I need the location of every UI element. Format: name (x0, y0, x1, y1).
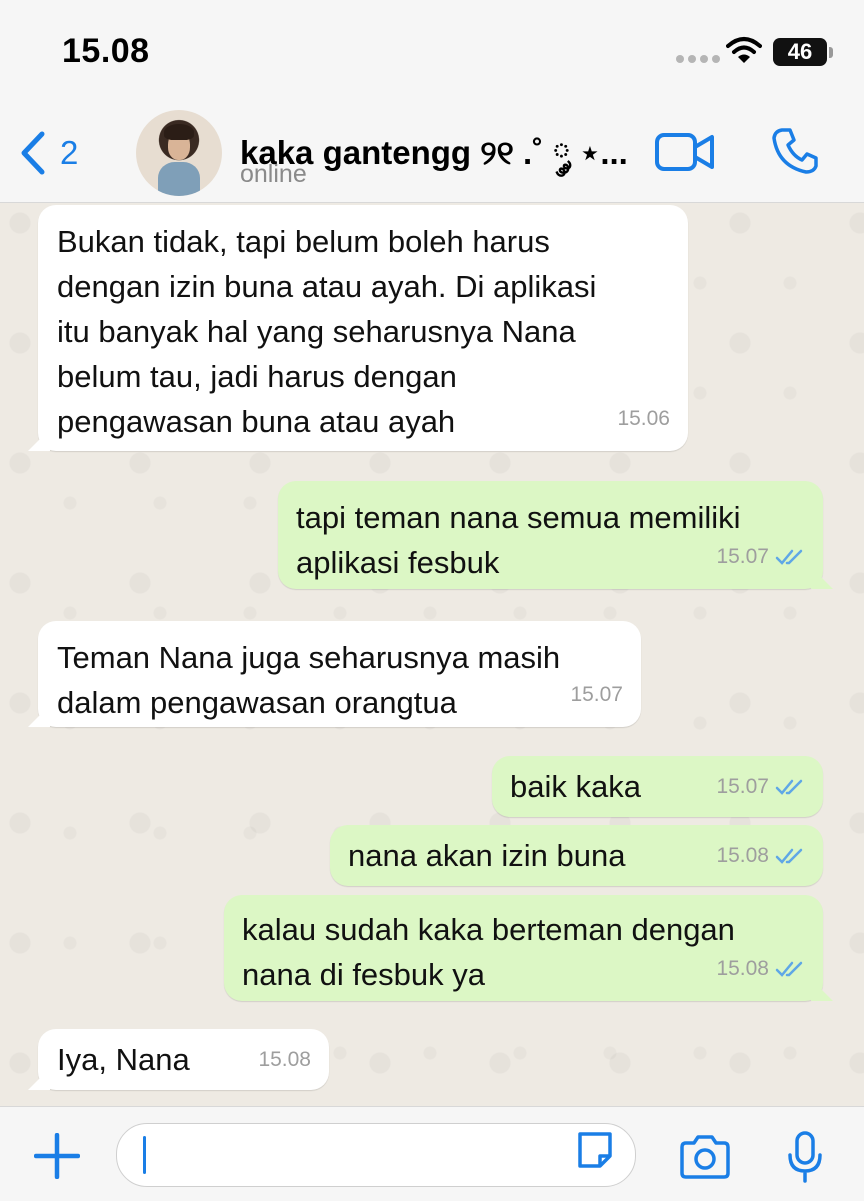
message-bubble-incoming[interactable]: Teman Nana juga seharusnya masih dalam p… (28, 621, 641, 727)
message-time: 15.07 (716, 775, 769, 798)
text-caret (143, 1136, 146, 1174)
attach-button[interactable] (33, 1132, 81, 1184)
message-time: 15.08 (716, 957, 769, 980)
message-meta: 15.07 (716, 764, 805, 809)
status-time: 15.08 (62, 32, 150, 70)
status-bar: 15.08 46 (0, 0, 864, 100)
double-check-icon (775, 779, 803, 795)
back-chevron-icon (21, 131, 45, 175)
microphone-icon (788, 1131, 822, 1183)
wifi-icon (726, 36, 762, 69)
message-composer (0, 1106, 864, 1201)
message-time: 15.08 (716, 844, 769, 867)
phone-icon (772, 128, 818, 174)
message-meta: 15.07 (570, 672, 623, 717)
chat-area[interactable]: Bukan tidak, tapi belum boleh harus deng… (0, 203, 864, 1106)
camera-icon (680, 1135, 730, 1179)
message-text: Bukan tidak, tapi belum boleh harus deng… (57, 224, 597, 439)
message-meta: 15.07 (716, 534, 805, 579)
message-time: 15.07 (570, 683, 623, 706)
message-meta: 15.08 (258, 1037, 311, 1082)
back-button[interactable]: 2 (18, 128, 78, 178)
bubble-tail (811, 979, 833, 1001)
chat-header: 2 kaka gantengg ୨୧ .˚ ༘ ⋆... online (0, 100, 864, 203)
double-check-icon (775, 961, 803, 977)
avatar[interactable] (136, 110, 222, 196)
contact-status: online (240, 160, 307, 188)
video-call-button[interactable] (654, 130, 716, 179)
message-bubble-outgoing[interactable]: kalau sudah kaka berteman dengan nana di… (224, 895, 833, 1001)
message-bubble-outgoing[interactable]: tapi teman nana semua memiliki aplikasi … (278, 481, 833, 589)
unread-count: 2 (60, 134, 79, 171)
bubble-tail (811, 567, 833, 589)
message-input[interactable] (116, 1123, 636, 1187)
bubble-tail (28, 429, 50, 451)
battery-indicator: 46 (773, 38, 827, 66)
message-time: 15.07 (716, 545, 769, 568)
sticker-button[interactable] (574, 1121, 616, 1188)
sticker-icon (578, 1132, 612, 1168)
message-meta: 15.08 (716, 946, 805, 991)
battery-tip (829, 47, 833, 58)
bubble-tail (28, 705, 50, 727)
message-meta: 15.06 (617, 396, 670, 441)
voice-call-button[interactable] (770, 126, 820, 181)
double-check-icon (775, 549, 803, 565)
cellular-signal-icon (676, 50, 724, 68)
camera-button[interactable] (678, 1135, 732, 1184)
video-call-icon (655, 133, 714, 171)
bubble-tail (28, 1068, 50, 1090)
message-bubble-outgoing[interactable]: baik kaka 15.07 (492, 756, 823, 817)
message-bubble-outgoing[interactable]: nana akan izin buna 15.08 (330, 825, 823, 886)
message-time: 15.08 (258, 1048, 311, 1071)
plus-icon (33, 1132, 81, 1180)
message-bubble-incoming[interactable]: Bukan tidak, tapi belum boleh harus deng… (28, 205, 688, 451)
message-time: 15.06 (617, 407, 670, 430)
message-text: Teman Nana juga seharusnya masih dalam p… (57, 640, 561, 720)
message-meta: 15.08 (716, 833, 805, 878)
double-check-icon (775, 848, 803, 864)
message-bubble-incoming[interactable]: Iya, Nana 15.08 (28, 1029, 329, 1090)
microphone-button[interactable] (786, 1131, 824, 1188)
